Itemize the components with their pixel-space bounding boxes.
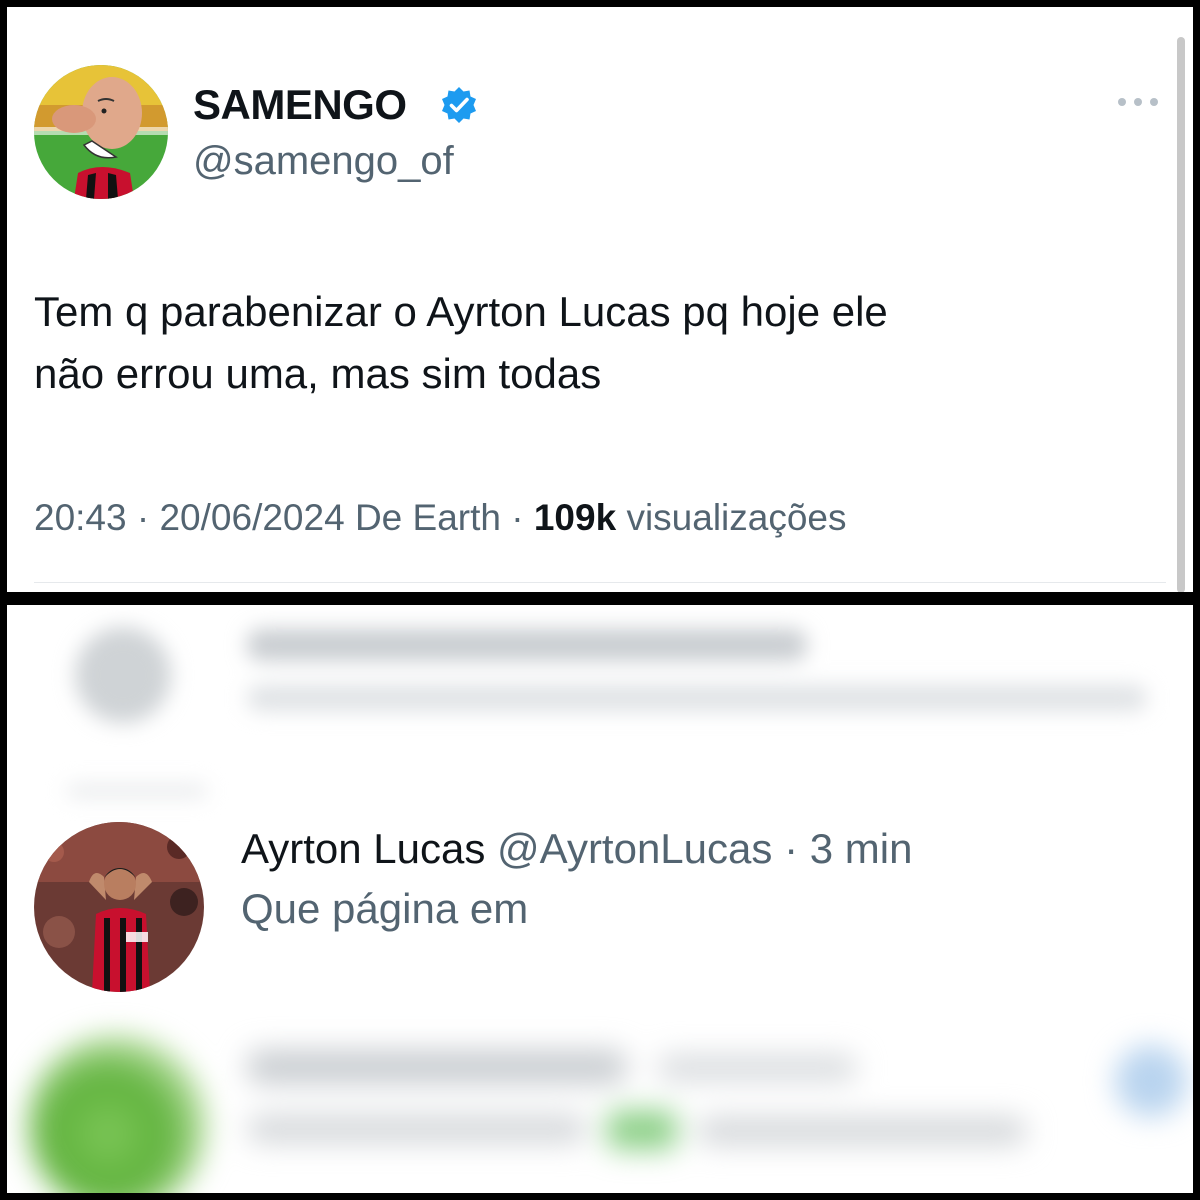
- reply-header: Ayrton Lucas @AyrtonLucas · 3 min: [241, 825, 912, 873]
- blurred-text: [657, 1055, 857, 1081]
- samengo-avatar[interactable]: [34, 65, 168, 199]
- reply-author-handle[interactable]: @AyrtonLucas: [497, 825, 772, 872]
- tweet-date[interactable]: 20/06/2024: [159, 497, 344, 538]
- blurred-text: [247, 629, 807, 661]
- tweet-metadata: 20:43 · 20/06/2024 De Earth · 109k visua…: [34, 497, 847, 539]
- meta-separator: ·: [136, 497, 150, 538]
- tweet-text-line-1: Tem q parabenizar o Ayrton Lucas pq hoje…: [34, 288, 888, 335]
- blurred-text: [247, 1115, 587, 1143]
- replies-panel: Ayrton Lucas @AyrtonLucas · 3 min Que pá…: [7, 605, 1193, 1193]
- tweet-author-name[interactable]: SAMENGO: [193, 81, 407, 129]
- blurred-text: [67, 785, 207, 797]
- reply-text: Que página em: [241, 885, 529, 932]
- tweet-text-line-2: não errou uma, mas sim todas: [34, 350, 602, 397]
- reply-author-name[interactable]: Ayrton Lucas: [241, 825, 485, 872]
- main-tweet-card: SAMENGO @samengo_of Tem q parabenizar o …: [7, 7, 1193, 592]
- divider: [34, 582, 1166, 583]
- tweet-time[interactable]: 20:43: [34, 497, 127, 538]
- blurred-text: [247, 685, 1147, 711]
- verified-badge-icon: [439, 85, 479, 125]
- more-options-icon[interactable]: [1115, 92, 1161, 112]
- meta-separator: ·: [784, 825, 799, 872]
- reply-time[interactable]: 3 min: [810, 825, 913, 872]
- meta-separator: ·: [511, 497, 524, 538]
- blurred-text: [247, 1050, 627, 1084]
- tweet-source: De Earth: [354, 497, 501, 538]
- tweet-text: Tem q parabenizar o Ayrton Lucas pq hoje…: [34, 281, 1144, 405]
- tweet-views-label[interactable]: visualizações: [626, 497, 846, 538]
- blurred-text: [697, 1117, 1027, 1145]
- blurred-avatar: [27, 1035, 207, 1193]
- blurred-emoji: [607, 1110, 677, 1150]
- tweet-author-handle[interactable]: @samengo_of: [193, 139, 454, 184]
- scrollbar[interactable]: [1177, 37, 1185, 592]
- blurred-badge: [1115, 1045, 1187, 1117]
- blurred-avatar: [75, 627, 171, 723]
- tweet-views-count[interactable]: 109k: [534, 497, 616, 538]
- ayrton-lucas-avatar[interactable]: [34, 822, 204, 992]
